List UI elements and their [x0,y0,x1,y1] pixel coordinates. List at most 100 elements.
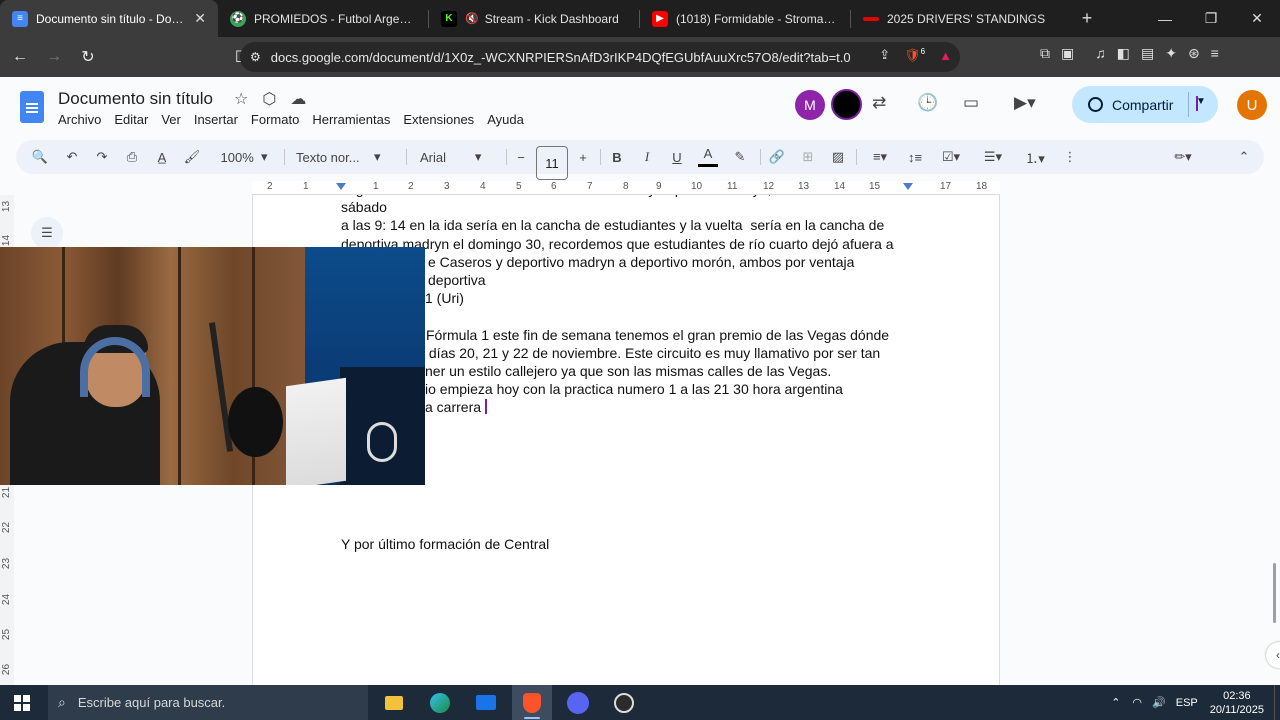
document-body[interactable]: segundo ascenso entre estudiantes de río… [341,195,911,417]
address-bar[interactable]: ⚙ docs.google.com/document/d/1X0z_-WCXNR… [240,42,960,72]
left-indent-marker[interactable] [336,183,346,190]
font-size-input[interactable]: 11 [536,146,568,180]
f1-icon [863,16,879,21]
sidebar-icon[interactable]: ◧ [1117,45,1130,62]
minimize-icon[interactable]: — [1142,0,1188,37]
menu-icon[interactable]: ≡ [1211,45,1219,62]
checklist-icon[interactable]: ☑▾ [934,140,968,174]
collaborator-avatar[interactable]: M [795,90,825,120]
collapse-menus-icon[interactable]: ⌃ [1234,140,1254,174]
reload-button[interactable]: ↻ [74,43,102,71]
highlight-icon[interactable]: ✎ [730,140,750,174]
tab-youtube[interactable]: ▶ (1018) Formidable - Stromae - Offi [640,0,850,37]
wallet-icon[interactable]: ▤ [1141,45,1154,62]
ruler-tick: 7 [587,181,593,192]
discord-icon[interactable] [558,685,598,720]
media-icon[interactable]: ♫ [1095,45,1106,62]
leo-icon[interactable]: ✦ [1165,45,1177,62]
chevron-down-icon[interactable]: ▼ [1196,96,1206,111]
menu-editar[interactable]: Editar [114,112,148,127]
move-icon[interactable]: ⬡ [262,89,276,109]
menu-formato[interactable]: Formato [251,112,299,127]
scrollbar-thumb[interactable] [1273,563,1276,623]
italic-icon[interactable]: I [638,140,656,174]
show-desktop-button[interactable] [1274,685,1280,720]
chevron-up-icon[interactable]: ⌃ [1111,696,1120,709]
version-history-icon[interactable]: 🕒 [917,93,938,113]
cast-icon[interactable]: ▣ [1061,45,1074,62]
share-button[interactable]: Compartir ▼ [1072,86,1218,123]
menu-extensiones[interactable]: Extensiones [403,112,474,127]
comments-icon[interactable]: ▭ [963,93,979,113]
undo-icon[interactable]: ↶ [62,140,82,174]
language-indicator[interactable]: ESP [1176,697,1198,709]
brave-browser-icon[interactable] [512,685,552,720]
muted-icon[interactable]: 🔇 [465,12,479,25]
mail-icon[interactable] [466,685,506,720]
add-comment-icon[interactable]: ⊞ [798,140,818,174]
close-icon[interactable]: ✕ [194,10,206,27]
network-icon[interactable]: ◠ [1132,696,1142,709]
document-title[interactable]: Documento sin título [58,89,213,109]
bulleted-list-icon[interactable]: ☰▾ [976,140,1010,174]
more-options-icon[interactable]: ⋮ [1062,140,1078,174]
clock[interactable]: 02:36 20/11/2025 [1210,689,1264,717]
font-select[interactable]: Arial ▾ [420,140,500,174]
menu-archivo[interactable]: Archivo [58,112,101,127]
redo-icon[interactable]: ↷ [92,140,112,174]
back-button[interactable]: ← [6,43,34,71]
decrease-font-size-button[interactable]: − [512,140,530,174]
menu-insertar[interactable]: Insertar [194,112,238,127]
forward-button[interactable]: → [40,43,68,71]
numbered-list-icon[interactable]: ⒈▾ [1018,140,1052,174]
horizontal-ruler[interactable]: 2 1 1 2 3 4 5 6 7 8 9 10 11 12 13 14 15 … [252,181,1000,195]
share-page-icon[interactable]: ⇪ [879,47,890,63]
line-spacing-icon[interactable]: ↕≡ [904,140,926,174]
zoom-select[interactable]: 100% ▾ [214,140,274,174]
text-color-icon[interactable]: A [698,143,718,167]
paint-format-icon[interactable]: 🖌 [182,140,202,174]
vpn-icon[interactable]: ⊛ [1188,45,1200,62]
extensions-icon[interactable]: ⧉ [1040,45,1050,62]
account-avatar[interactable]: U [1237,90,1267,120]
close-window-icon[interactable]: ✕ [1234,0,1280,37]
file-explorer-icon[interactable] [374,685,414,720]
meet-icon[interactable]: ▶▾ [1014,93,1036,113]
brave-shields-icon[interactable]: 🛡6 [904,47,925,63]
editing-mode-icon[interactable]: ✏▾ [1166,140,1200,174]
right-indent-marker[interactable] [903,183,913,190]
increase-font-size-button[interactable]: + [574,140,592,174]
search-menus-icon[interactable]: 🔍 [30,140,50,174]
bold-icon[interactable]: B [608,140,626,174]
volume-icon[interactable]: 🔊 [1152,696,1166,709]
start-button[interactable] [0,685,44,720]
restore-icon[interactable]: ❐ [1188,0,1234,37]
cloud-status-icon[interactable]: ☁ [290,89,306,109]
docs-logo-icon[interactable] [20,91,44,123]
paragraph-style-select[interactable]: Texto nor... ▾ [296,140,396,174]
document-outline-icon[interactable]: ☰ [31,217,63,249]
tab-kick[interactable]: K 🔇 Stream - Kick Dashboard [429,0,639,37]
star-icon[interactable]: ☆ [234,89,248,109]
obs-icon[interactable] [604,685,644,720]
tab-f1[interactable]: 2025 DRIVERS' STANDINGS [851,0,1069,37]
tab-docs[interactable]: ≡ Documento sin título - Docum ✕ [0,0,218,37]
edge-icon[interactable] [420,685,460,720]
align-icon[interactable]: ≡▾ [864,140,896,174]
underline-icon[interactable]: U [668,140,686,174]
site-info-icon[interactable]: ⚙ [250,50,261,64]
menu-herramientas[interactable]: Herramientas [312,112,390,127]
brave-rewards-icon[interactable]: ▲ [939,48,952,63]
menu-ayuda[interactable]: Ayuda [487,112,524,127]
taskbar-search[interactable]: ⌕ Escribe aquí para buscar. [48,685,368,720]
menu-ver[interactable]: Ver [161,112,181,127]
side-panel-toggle[interactable]: ‹ [1266,642,1280,668]
insert-image-icon[interactable]: ▨ [828,140,848,174]
link-icon[interactable]: 🔗 [766,140,788,174]
collaborator-avatar-dark[interactable] [831,89,862,120]
new-tab-button[interactable]: + [1069,0,1105,37]
tab-promiedos[interactable]: ⚽ PROMIEDOS - Futbol Argentino - [218,0,428,37]
spellcheck-icon[interactable]: A̲ [152,140,172,174]
print-icon[interactable]: ⎙ [122,140,142,174]
gemini-assist-icon[interactable]: ⇄ [872,93,886,113]
